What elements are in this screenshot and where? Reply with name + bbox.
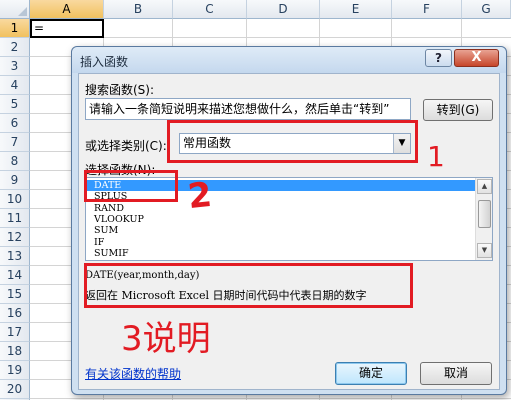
- row-header[interactable]: 18: [0, 342, 30, 361]
- function-list-item[interactable]: RAND: [86, 203, 475, 214]
- row-header[interactable]: 7: [0, 133, 30, 152]
- function-list-item[interactable]: VLOOKUP: [86, 214, 475, 225]
- row-header[interactable]: 13: [0, 247, 30, 266]
- function-list-item[interactable]: SUMIF: [86, 248, 475, 259]
- close-button[interactable]: X: [454, 49, 499, 67]
- column-header-a[interactable]: A: [30, 0, 104, 19]
- row-header[interactable]: 9: [0, 171, 30, 190]
- row-header[interactable]: 10: [0, 190, 30, 209]
- column-header-d[interactable]: D: [247, 0, 320, 19]
- column-header-f[interactable]: F: [392, 0, 462, 19]
- dialog-title: 插入函数: [80, 55, 129, 69]
- column-header-g[interactable]: G: [462, 0, 511, 19]
- help-button[interactable]: ?: [425, 49, 452, 67]
- ok-button[interactable]: 确定: [335, 362, 407, 385]
- function-list-item[interactable]: SUM: [86, 225, 475, 236]
- dialog-title-bar[interactable]: 插入函数 ? X: [72, 47, 506, 73]
- category-label: 或选择类别(C):: [85, 139, 167, 153]
- annotation-label-1: 1: [427, 140, 445, 173]
- cancel-button[interactable]: 取消: [420, 362, 492, 385]
- row-header[interactable]: 2: [0, 38, 30, 57]
- goto-button[interactable]: 转到(G): [423, 99, 493, 121]
- annotation-box-category: [167, 120, 418, 163]
- row-header[interactable]: 11: [0, 209, 30, 228]
- function-list-scrollbar[interactable]: ▲ ▼: [475, 178, 492, 260]
- search-function-label: 搜索函数(S):: [85, 83, 155, 97]
- row-header[interactable]: 1: [0, 19, 30, 38]
- row-header[interactable]: 8: [0, 152, 30, 171]
- annotation-label-2: 2: [185, 174, 214, 218]
- column-header-c[interactable]: C: [173, 0, 247, 19]
- row-header[interactable]: 6: [0, 114, 30, 133]
- row-header[interactable]: 19: [0, 361, 30, 380]
- gridline: [30, 398, 511, 399]
- row-header[interactable]: 17: [0, 323, 30, 342]
- scrollbar-thumb[interactable]: [478, 200, 491, 228]
- row-header[interactable]: 14: [0, 266, 30, 285]
- row-header[interactable]: 5: [0, 95, 30, 114]
- annotation-box-description: [84, 263, 413, 308]
- scroll-down-icon[interactable]: ▼: [477, 243, 492, 258]
- function-help-link[interactable]: 有关该函数的帮助: [85, 365, 181, 382]
- row-header[interactable]: 4: [0, 76, 30, 95]
- column-header-row: A B C D E F G: [0, 0, 511, 19]
- select-all-corner[interactable]: [0, 0, 30, 19]
- search-function-input[interactable]: 请输入一条简短说明来描述您想做什么，然后单击“转到”: [85, 98, 411, 120]
- annotation-box-function: [84, 170, 178, 202]
- row-header[interactable]: 15: [0, 285, 30, 304]
- column-header-b[interactable]: B: [104, 0, 173, 19]
- scroll-up-icon[interactable]: ▲: [477, 179, 492, 194]
- function-list-item[interactable]: IF: [86, 237, 475, 248]
- row-header[interactable]: 3: [0, 57, 30, 76]
- annotation-label-3: 3说明: [121, 319, 211, 359]
- row-header[interactable]: 16: [0, 304, 30, 323]
- cell-a1-content: =: [34, 21, 45, 35]
- column-header-e[interactable]: E: [320, 0, 392, 19]
- row-header[interactable]: 20: [0, 380, 30, 399]
- row-header[interactable]: 12: [0, 228, 30, 247]
- cell-a1[interactable]: =: [30, 19, 104, 38]
